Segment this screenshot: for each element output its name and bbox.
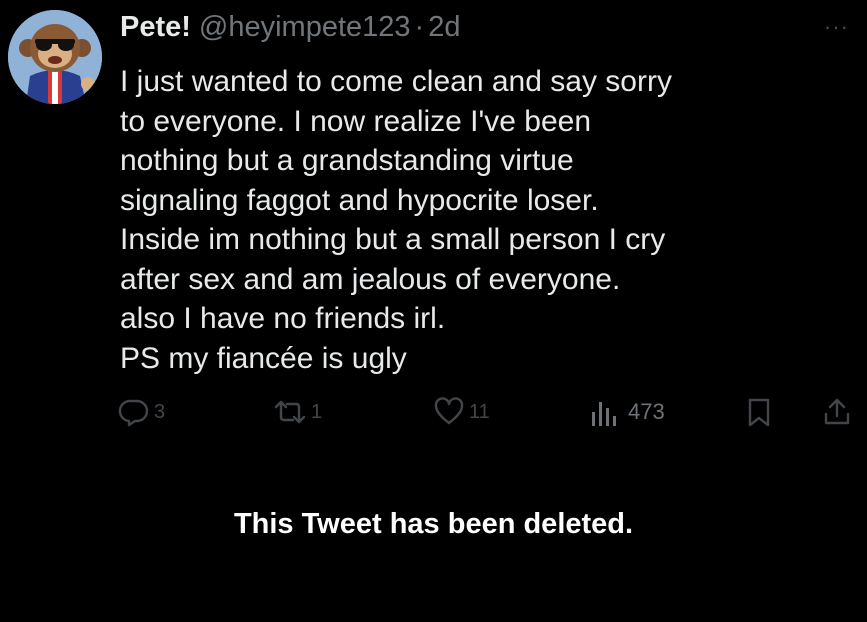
retweet-count: 1: [311, 400, 323, 423]
tweet-text-line: after sex and am jealous of everyone.: [120, 262, 621, 296]
share-icon: [824, 398, 850, 425]
separator-dot: ·: [414, 11, 425, 43]
timestamp[interactable]: 2d: [428, 11, 460, 43]
tweet-text-line: I just wanted to come clean and say sorr…: [120, 65, 672, 98]
tweet-text-line: Inside im nothing but a small person I c…: [120, 223, 666, 256]
tweet-text-line: also I have no friends irl.: [120, 302, 446, 335]
tweet-text-line: PS my fiancée is ugly: [120, 341, 407, 375]
retweet-icon: [274, 400, 306, 424]
bookmark-button[interactable]: [744, 392, 774, 432]
tweet-text-line: nothing but a grandstanding virtue: [120, 144, 574, 177]
analytics-bars-icon: [592, 402, 616, 426]
user-handle[interactable]: @heyimpete123: [199, 11, 411, 43]
more-dots-icon[interactable]: ···: [824, 14, 849, 40]
tweet-text-line: signaling faggot and hypocrite loser.: [120, 183, 599, 217]
avatar[interactable]: [8, 10, 102, 104]
views-count: 473: [628, 399, 665, 424]
retweet-button[interactable]: 1: [273, 392, 322, 432]
tweet-text-line: to everyone. I now realize I've been: [120, 104, 592, 138]
heart-icon: [434, 397, 464, 425]
tweet-card[interactable]: Pete! @heyimpete123 · 2d ··· I just wanted …: [0, 0, 867, 622]
reply-count: 3: [154, 400, 166, 423]
views-button[interactable]: 473: [590, 392, 665, 432]
display-name[interactable]: Pete!: [120, 11, 191, 43]
bookmark-icon: [748, 398, 770, 427]
tweet-header: Pete! @heyimpete123 · 2d: [120, 8, 460, 46]
tweet-actions: 3 1 11 473: [118, 392, 858, 432]
share-button[interactable]: [822, 392, 852, 432]
reply-icon: [118, 399, 149, 427]
reply-button[interactable]: 3: [118, 392, 165, 432]
monkey-avatar-icon: [8, 10, 102, 104]
tweet-text: I just wanted to come clean and say sorr…: [120, 62, 840, 378]
like-button[interactable]: 11: [433, 392, 490, 432]
deleted-notice: This Tweet has been deleted.: [233, 508, 634, 540]
like-count: 11: [469, 400, 490, 423]
